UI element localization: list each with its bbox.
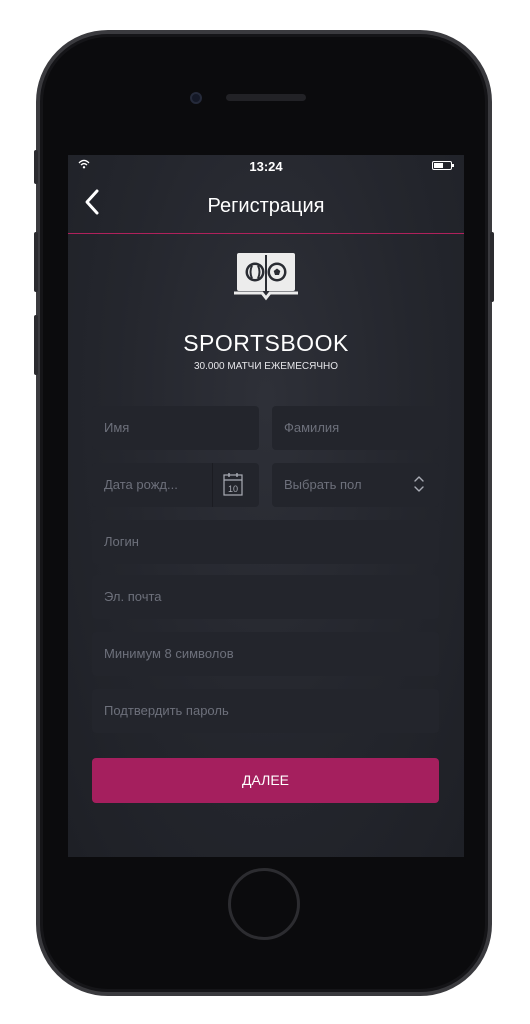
first-name-placeholder: Имя: [104, 420, 130, 435]
power-button: [490, 232, 494, 302]
nav-bar: Регистрация: [68, 177, 464, 234]
brand-tagline: 30.000 МАТЧИ ЕЖЕМЕСЯЧНО: [193, 361, 338, 372]
home-button[interactable]: [228, 868, 300, 940]
brand-name: SPORTSBOOK: [183, 330, 349, 356]
field-divider: [212, 463, 213, 507]
password-field[interactable]: Минимум 8 символов: [92, 632, 439, 676]
email-field[interactable]: Эл. почта: [92, 575, 439, 619]
front-camera: [190, 92, 202, 104]
last-name-placeholder: Фамилия: [284, 420, 340, 435]
gender-select[interactable]: Выбрать пол: [272, 463, 439, 507]
page-title: Регистрация: [207, 195, 325, 217]
confirm-password-field[interactable]: Подтвердить пароль: [92, 689, 439, 733]
birthdate-field[interactable]: Дата рожд... 10: [92, 463, 259, 507]
app-screen: 13:24 Регистрация SPORTSBOOK 30.000 МАТЧ…: [68, 155, 464, 857]
sportsbook-logo-icon: [228, 249, 304, 311]
confirm-password-placeholder: Подтвердить пароль: [104, 703, 229, 718]
login-placeholder: Логин: [104, 534, 139, 549]
password-placeholder: Минимум 8 символов: [104, 646, 234, 661]
status-bar: 13:24: [68, 155, 464, 177]
volume-down-button: [34, 315, 38, 375]
updown-chevron-icon: [414, 476, 424, 492]
mute-switch: [34, 150, 38, 184]
first-name-field[interactable]: Имя: [92, 406, 259, 450]
volume-up-button: [34, 232, 38, 292]
birthdate-placeholder: Дата рожд...: [104, 477, 178, 492]
calendar-day: 10: [228, 484, 238, 494]
battery-icon: [432, 161, 454, 170]
earpiece-speaker: [226, 94, 306, 101]
email-placeholder: Эл. почта: [104, 589, 162, 604]
login-field[interactable]: Логин: [92, 520, 439, 564]
calendar-icon[interactable]: 10: [222, 471, 244, 497]
gender-placeholder: Выбрать пол: [284, 477, 362, 492]
status-time: 13:24: [249, 159, 283, 174]
last-name-field[interactable]: Фамилия: [272, 406, 439, 450]
next-button[interactable]: ДАЛЕЕ: [92, 758, 439, 803]
